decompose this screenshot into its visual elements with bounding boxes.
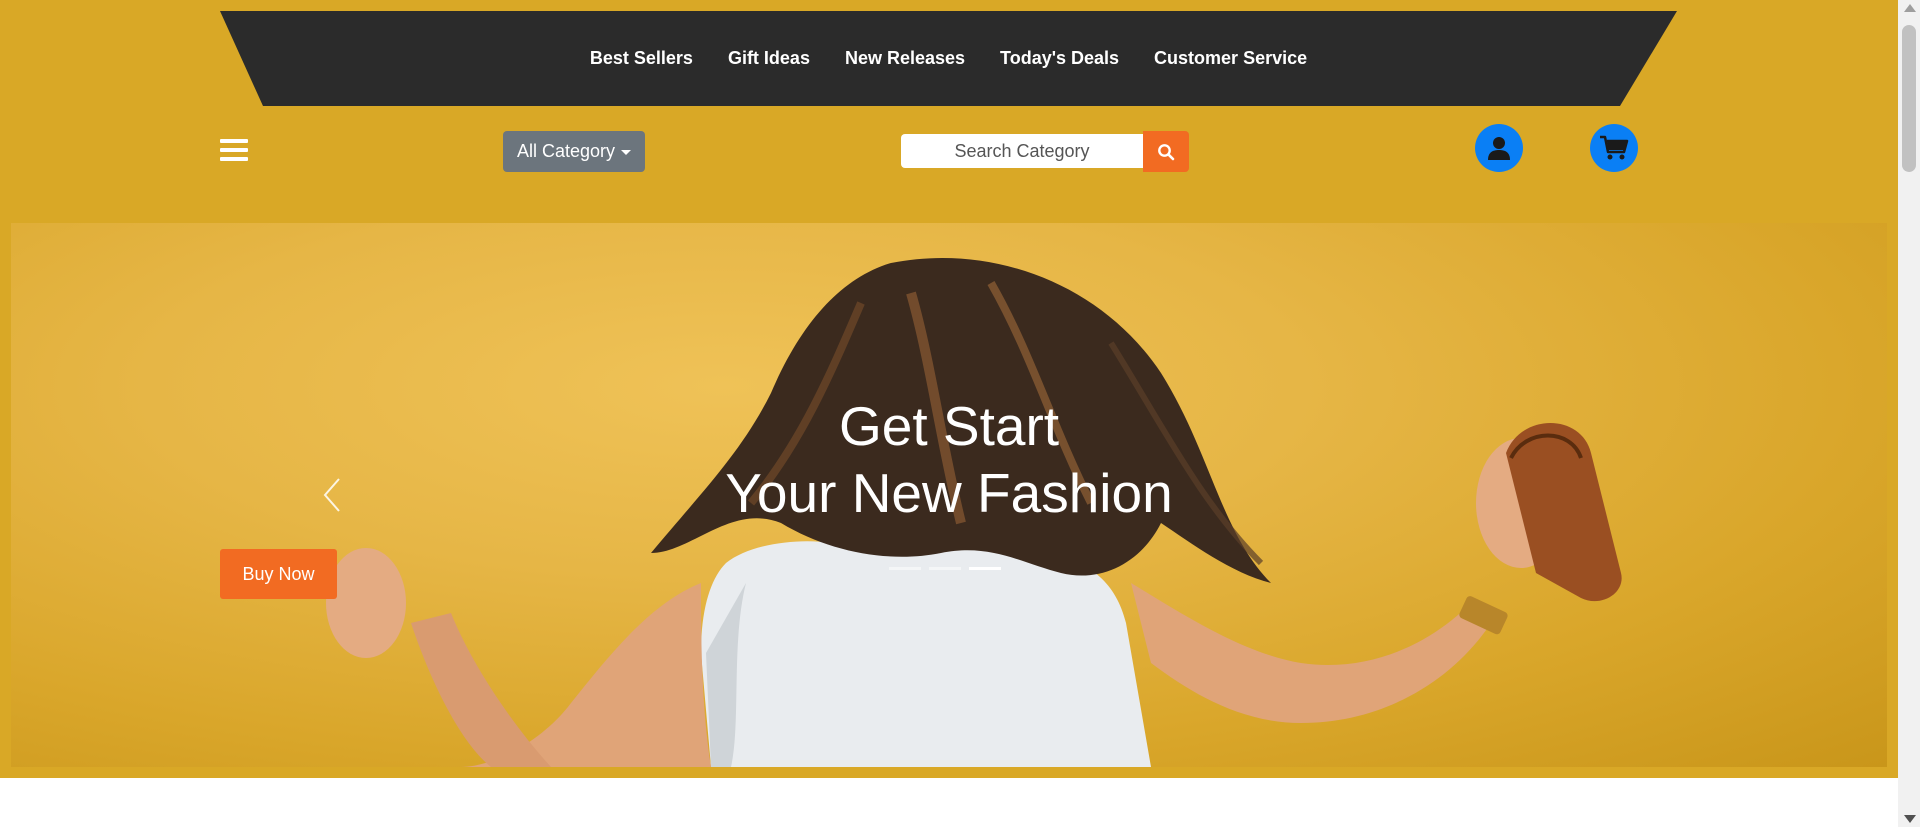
content-area — [0, 778, 1898, 827]
carousel-indicator-3[interactable] — [969, 567, 1001, 570]
caret-down-icon — [621, 150, 632, 155]
nav-link-todays-deals[interactable]: Today's Deals — [1000, 48, 1119, 69]
all-category-dropdown[interactable]: All Category — [503, 131, 645, 172]
carousel-indicators — [889, 567, 1001, 570]
top-nav-links: Best Sellers Gift Ideas New Releases Tod… — [220, 11, 1677, 106]
hero-title-line1: Get Start — [838, 395, 1060, 457]
buy-now-button[interactable]: Buy Now — [220, 549, 337, 599]
nav-link-new-releases[interactable]: New Releases — [845, 48, 965, 69]
search-bar — [901, 131, 1189, 172]
scroll-down-arrow-icon[interactable] — [1904, 815, 1916, 823]
vertical-scrollbar[interactable] — [1898, 0, 1920, 827]
nav-link-best-sellers[interactable]: Best Sellers — [590, 48, 693, 69]
cart-icon — [1600, 135, 1629, 160]
nav-link-customer-service[interactable]: Customer Service — [1154, 48, 1307, 69]
page-viewport: Best Sellers Gift Ideas New Releases Tod… — [0, 0, 1898, 827]
search-input[interactable] — [901, 134, 1143, 168]
top-nav: Best Sellers Gift Ideas New Releases Tod… — [220, 11, 1677, 106]
user-icon — [1488, 137, 1510, 160]
nav-link-gift-ideas[interactable]: Gift Ideas — [728, 48, 810, 69]
scroll-thumb[interactable] — [1902, 25, 1916, 172]
carousel-indicator-2[interactable] — [929, 567, 961, 570]
search-button[interactable] — [1143, 131, 1189, 172]
hamburger-icon[interactable] — [220, 139, 248, 163]
scroll-up-arrow-icon[interactable] — [1904, 4, 1916, 12]
chevron-left-icon[interactable] — [317, 475, 347, 515]
cart-button[interactable] — [1590, 124, 1638, 172]
hero-title-line2: Your New Fashion — [725, 462, 1173, 524]
all-category-label: All Category — [516, 141, 616, 161]
hero-carousel: Get Start Your New Fashion — [11, 223, 1887, 767]
user-account-button[interactable] — [1475, 124, 1523, 172]
carousel-indicator-1[interactable] — [889, 567, 921, 570]
search-icon — [1158, 143, 1175, 160]
